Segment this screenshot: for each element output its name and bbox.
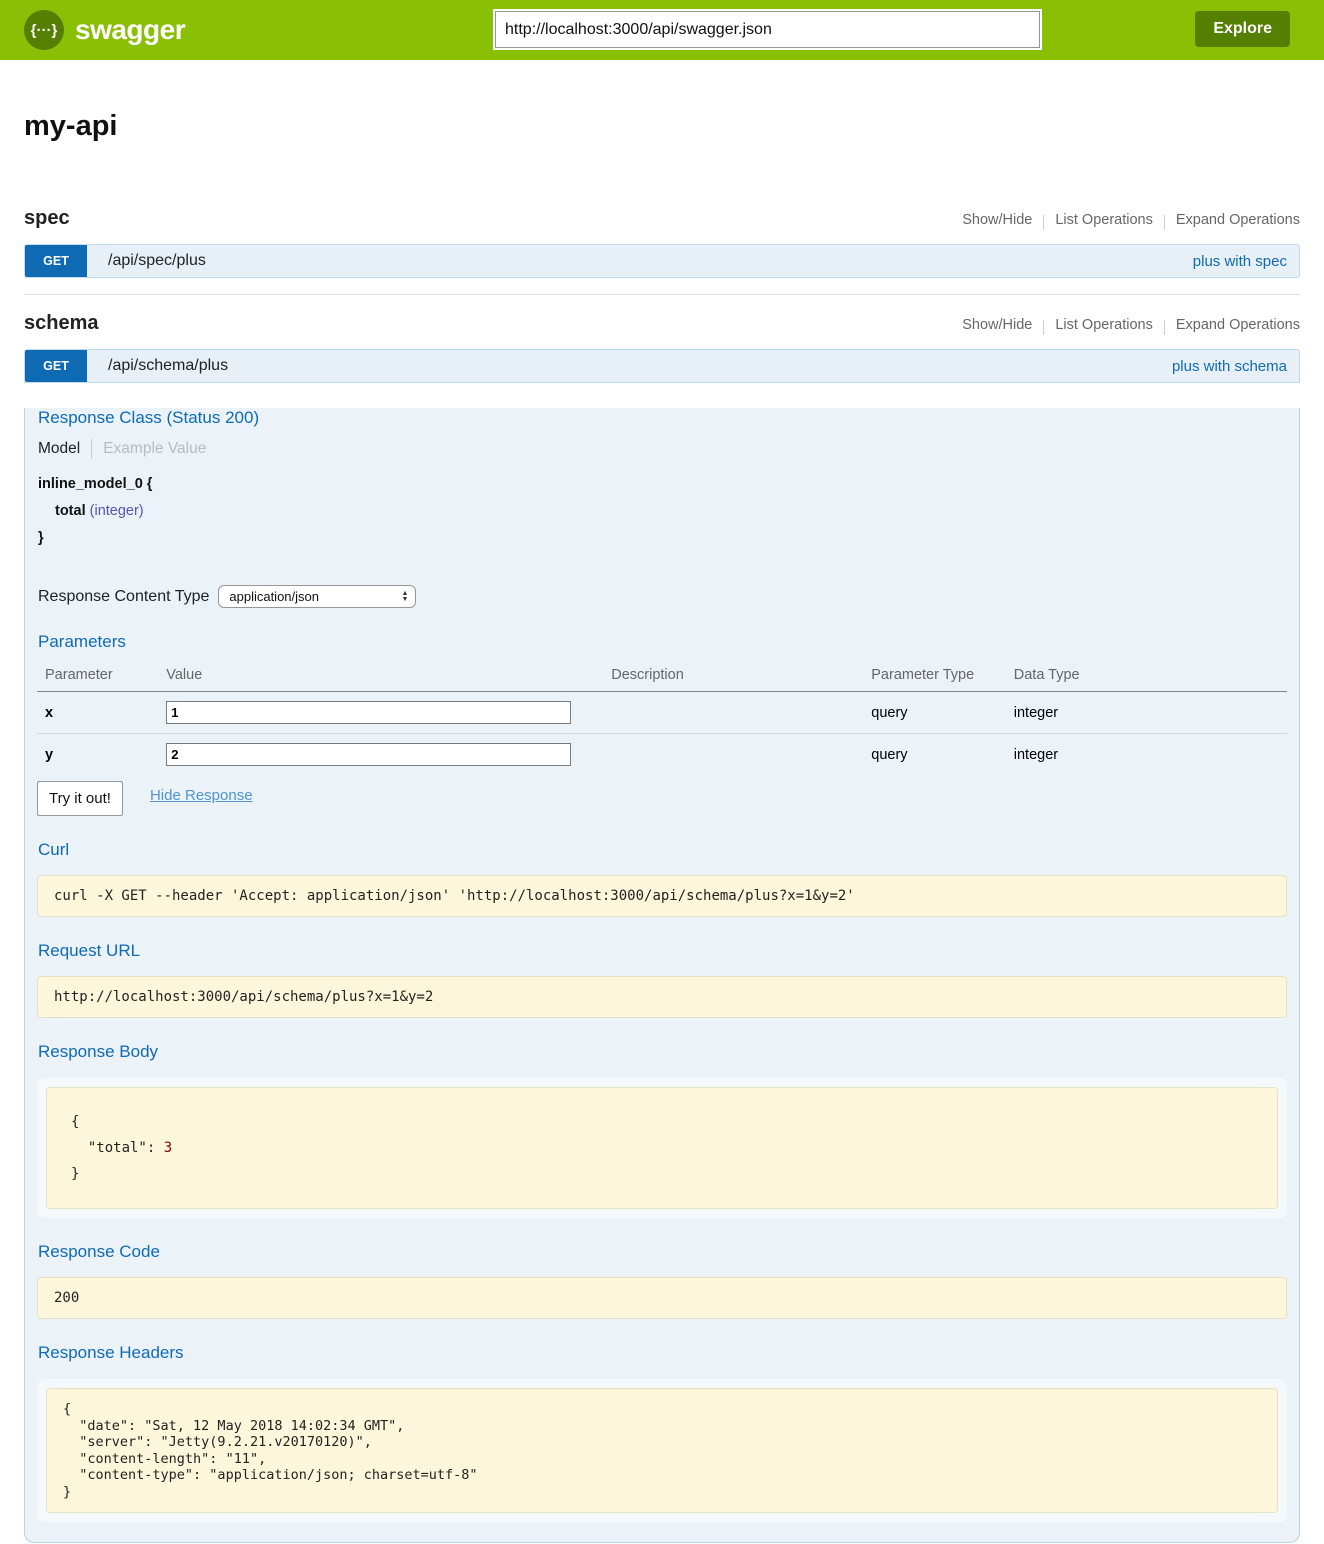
endpoint-path[interactable]: /api/schema/plus: [108, 357, 228, 375]
request-url-value: http://localhost:3000/api/schema/plus?x=…: [37, 976, 1287, 1018]
endpoint-summary[interactable]: plus with schema: [1172, 358, 1287, 375]
response-content-type-select[interactable]: application/json ▲▼: [218, 585, 416, 608]
model-tabs: Model Example Value: [38, 439, 1287, 459]
endpoint-path[interactable]: /api/spec/plus: [108, 252, 206, 270]
try-it-out-button[interactable]: Try it out!: [37, 781, 123, 816]
list-operations-link[interactable]: List Operations: [1055, 212, 1153, 228]
column-header-description: Description: [603, 661, 863, 692]
response-headers-panel: { "date": "Sat, 12 May 2018 14:02:34 GMT…: [37, 1379, 1287, 1522]
expand-operations-link[interactable]: Expand Operations: [1176, 212, 1300, 228]
try-it-out-row: Try it out! Hide Response: [37, 781, 1287, 816]
response-headers-json: { "date": "Sat, 12 May 2018 14:02:34 GMT…: [46, 1388, 1278, 1513]
parameter-type: query: [863, 692, 1006, 734]
column-header-value: Value: [158, 661, 603, 692]
model-close-brace: }: [38, 525, 1287, 552]
request-url-heading: Request URL: [38, 941, 1287, 961]
resource-spec-title[interactable]: spec: [24, 207, 70, 230]
parameter-description: [603, 734, 863, 776]
main-content: my-api spec Show/Hide List Operations Ex…: [0, 110, 1324, 1543]
menu-separator: [1043, 320, 1044, 335]
menu-separator: [1164, 215, 1165, 230]
list-operations-link[interactable]: List Operations: [1055, 317, 1153, 333]
response-body-heading: Response Body: [38, 1042, 1287, 1062]
model-signature: inline_model_0 { total (integer) }: [38, 471, 1287, 552]
resource-schema-menu: Show/Hide List Operations Expand Operati…: [962, 317, 1300, 333]
show-hide-link[interactable]: Show/Hide: [962, 212, 1032, 228]
response-class-heading: Response Class (Status 200): [38, 408, 1287, 428]
page-title: my-api: [24, 110, 1300, 143]
brand: {···} swagger: [24, 10, 185, 50]
response-headers-text: { "date": "Sat, 12 May 2018 14:02:34 GMT…: [63, 1401, 1261, 1500]
endpoint-row-spec-plus[interactable]: GET /api/spec/plus plus with spec: [24, 244, 1300, 278]
menu-separator: [1043, 215, 1044, 230]
resource-spec: spec Show/Hide List Operations Expand Op…: [24, 207, 1300, 278]
resource-schema-title[interactable]: schema: [24, 312, 99, 335]
column-header-parameter-type: Parameter Type: [863, 661, 1006, 692]
response-headers-heading: Response Headers: [38, 1343, 1287, 1363]
hide-response-link[interactable]: Hide Response: [150, 787, 253, 804]
operation-panel: Response Class (Status 200) Model Exampl…: [24, 408, 1300, 1543]
tab-model[interactable]: Model: [38, 440, 80, 458]
column-header-data-type: Data Type: [1006, 661, 1287, 692]
parameters-heading: Parameters: [38, 632, 1287, 652]
parameter-row-x: x query integer: [37, 692, 1287, 734]
response-body-panel: { "total": 3 }: [37, 1078, 1287, 1218]
api-url-input[interactable]: [495, 11, 1040, 48]
response-content-type-row: Response Content Type application/json ▲…: [38, 585, 1287, 608]
json-number-value: 3: [164, 1140, 172, 1156]
resource-spec-menu: Show/Hide List Operations Expand Operati…: [962, 212, 1300, 228]
response-code-heading: Response Code: [38, 1242, 1287, 1262]
resource-schema-header: schema Show/Hide List Operations Expand …: [24, 312, 1300, 335]
expand-operations-link[interactable]: Expand Operations: [1176, 317, 1300, 333]
parameter-description: [603, 692, 863, 734]
parameter-name: x: [37, 692, 158, 734]
model-open-brace: inline_model_0 {: [38, 471, 1287, 498]
response-code-value: 200: [37, 1277, 1287, 1319]
parameter-x-value-input[interactable]: [166, 701, 571, 724]
parameters-table-header: Parameter Value Description Parameter Ty…: [37, 661, 1287, 692]
curl-command: curl -X GET --header 'Accept: applicatio…: [37, 875, 1287, 917]
endpoint-summary[interactable]: plus with spec: [1193, 253, 1287, 270]
curl-heading: Curl: [38, 840, 1287, 860]
top-bar: {···} swagger Explore: [0, 0, 1324, 60]
parameter-data-type: integer: [1006, 734, 1287, 776]
show-hide-link[interactable]: Show/Hide: [962, 317, 1032, 333]
resource-spec-header: spec Show/Hide List Operations Expand Op…: [24, 207, 1300, 230]
select-arrows-icon: ▲▼: [401, 591, 408, 603]
json-text: }: [71, 1166, 79, 1182]
brand-title: swagger: [75, 14, 185, 46]
response-content-type-label: Response Content Type: [38, 588, 209, 606]
get-method-badge[interactable]: GET: [25, 245, 87, 277]
json-text: { "total":: [71, 1114, 164, 1156]
menu-separator: [1164, 320, 1165, 335]
parameter-row-y: y query integer: [37, 734, 1287, 776]
parameter-y-value-input[interactable]: [166, 743, 571, 766]
swagger-logo-icon: {···}: [24, 10, 64, 50]
parameter-type: query: [863, 734, 1006, 776]
column-header-parameter: Parameter: [37, 661, 158, 692]
response-body-json: { "total": 3 }: [46, 1087, 1278, 1209]
section-divider: [24, 294, 1300, 295]
parameter-name: y: [37, 734, 158, 776]
resource-schema: schema Show/Hide List Operations Expand …: [24, 312, 1300, 1543]
get-method-badge[interactable]: GET: [25, 350, 87, 382]
endpoint-row-schema-plus[interactable]: GET /api/schema/plus plus with schema: [24, 349, 1300, 383]
tab-separator: [91, 439, 92, 459]
select-value: application/json: [229, 589, 319, 604]
explore-button[interactable]: Explore: [1195, 11, 1290, 47]
model-property-name: total: [55, 503, 86, 519]
model-property-type: (integer): [90, 503, 144, 519]
parameter-data-type: integer: [1006, 692, 1287, 734]
model-property: total (integer): [38, 498, 1287, 525]
parameters-table: Parameter Value Description Parameter Ty…: [37, 661, 1287, 775]
tab-example-value[interactable]: Example Value: [103, 440, 206, 458]
